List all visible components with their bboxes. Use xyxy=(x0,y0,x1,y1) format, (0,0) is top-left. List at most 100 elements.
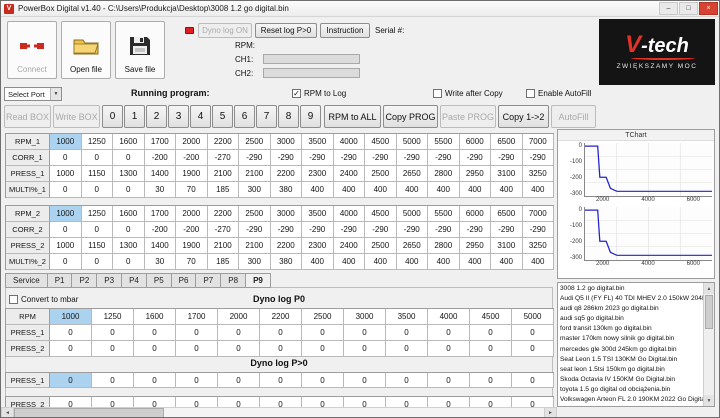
table-cell[interactable]: -270 xyxy=(207,222,239,238)
file-list-item[interactable]: audi q8 286km 2023 go digital.bin xyxy=(560,304,703,314)
table-cell[interactable]: -290 xyxy=(239,222,271,238)
table-cell[interactable]: 2300 xyxy=(302,238,334,254)
tab-p9[interactable]: P9 xyxy=(245,273,271,288)
table-cell[interactable]: 400 xyxy=(302,182,334,198)
table-cell[interactable]: 400 xyxy=(396,254,428,270)
table-cell[interactable]: 0 xyxy=(81,254,113,270)
table-cell[interactable]: 2200 xyxy=(260,309,302,325)
table-cell[interactable]: 3100 xyxy=(491,166,523,182)
tab-p4[interactable]: P4 xyxy=(121,273,146,288)
minimize-button[interactable]: – xyxy=(659,2,678,15)
table-cell[interactable]: 300 xyxy=(239,182,271,198)
table-cell[interactable]: 6500 xyxy=(491,206,523,222)
table-cell[interactable]: 2200 xyxy=(270,166,302,182)
table-cell[interactable]: 0 xyxy=(386,373,428,388)
hscroll-track[interactable] xyxy=(14,408,544,417)
table-cell[interactable]: 2100 xyxy=(207,166,239,182)
table-cell[interactable]: 7000 xyxy=(522,206,554,222)
table-cell[interactable]: 3000 xyxy=(270,206,302,222)
table-cell[interactable]: 5000 xyxy=(396,206,428,222)
table-cell[interactable]: 0 xyxy=(302,373,344,388)
table-cell[interactable]: 400 xyxy=(302,254,334,270)
table-cell[interactable]: 0 xyxy=(260,325,302,341)
write-after-copy-checkbox[interactable]: Write after Copy xyxy=(433,89,503,98)
table-cell[interactable]: 1000 xyxy=(50,166,82,182)
open-file-button[interactable]: Open file xyxy=(61,21,111,79)
table-cell[interactable]: 4500 xyxy=(470,309,512,325)
table-cell[interactable]: 0 xyxy=(113,150,145,166)
table-cell[interactable]: 6500 xyxy=(491,134,523,150)
table-cell[interactable]: 5500 xyxy=(428,134,460,150)
table-cell[interactable]: -290 xyxy=(396,150,428,166)
table-cell[interactable]: 2500 xyxy=(365,238,397,254)
dyno-log-button[interactable]: Dyno log ON xyxy=(198,23,252,38)
prog-button-4[interactable]: 4 xyxy=(190,105,211,128)
table-cell[interactable]: 400 xyxy=(365,182,397,198)
table-cell[interactable]: 380 xyxy=(270,182,302,198)
table-cell[interactable]: 0 xyxy=(50,254,82,270)
paste-prog-button[interactable]: Paste PROG xyxy=(440,105,496,128)
file-list-item[interactable]: toyota 1.5 go digital od obciążenia.bin xyxy=(560,385,703,395)
save-file-button[interactable]: Save file xyxy=(115,21,165,79)
horizontal-scrollbar[interactable]: ◄ ► xyxy=(1,407,557,417)
prog-button-9[interactable]: 9 xyxy=(300,105,321,128)
table-cell[interactable]: 400 xyxy=(459,254,491,270)
table-cell[interactable]: -290 xyxy=(491,150,523,166)
table-cell[interactable]: -290 xyxy=(333,150,365,166)
prog-button-8[interactable]: 8 xyxy=(278,105,299,128)
table-cell[interactable]: 2000 xyxy=(176,206,208,222)
autofill-button[interactable]: AutoFill xyxy=(551,105,596,128)
prog-button-0[interactable]: 0 xyxy=(102,105,123,128)
table-cell[interactable]: 3250 xyxy=(522,238,554,254)
table-cell[interactable]: 0 xyxy=(50,325,92,341)
table-cell[interactable]: 6000 xyxy=(459,134,491,150)
table-cell[interactable]: 2100 xyxy=(207,238,239,254)
table-cell[interactable]: 3250 xyxy=(522,166,554,182)
table-cell[interactable]: 0 xyxy=(113,254,145,270)
table-cell[interactable]: 0 xyxy=(470,341,512,357)
table-cell[interactable]: 0 xyxy=(470,325,512,341)
table-cell[interactable]: 0 xyxy=(50,373,92,388)
table-cell[interactable]: 2400 xyxy=(333,238,365,254)
table-cell[interactable]: 0 xyxy=(176,341,218,357)
table-cell[interactable]: 0 xyxy=(92,373,134,388)
table-cell[interactable]: 3100 xyxy=(491,238,523,254)
tab-p7[interactable]: P7 xyxy=(195,273,221,288)
table-cell[interactable]: 1900 xyxy=(176,238,208,254)
table-cell[interactable]: 400 xyxy=(428,254,460,270)
scroll-right-icon[interactable]: ► xyxy=(544,408,556,417)
write-box-button[interactable]: Write BOX xyxy=(53,105,100,128)
table-cell[interactable]: 0 xyxy=(428,373,470,388)
prog-button-3[interactable]: 3 xyxy=(168,105,189,128)
table-cell[interactable]: 0 xyxy=(50,222,82,238)
table-cell[interactable]: -200 xyxy=(144,222,176,238)
table-cell[interactable]: 0 xyxy=(50,150,82,166)
table-cell[interactable]: -290 xyxy=(270,222,302,238)
prog-button-7[interactable]: 7 xyxy=(256,105,277,128)
table-cell[interactable]: 2000 xyxy=(176,134,208,150)
table-cell[interactable]: 0 xyxy=(512,341,554,357)
table-cell[interactable]: 4000 xyxy=(333,134,365,150)
table-cell[interactable]: 2000 xyxy=(218,309,260,325)
table-cell[interactable]: 380 xyxy=(270,254,302,270)
table-cell[interactable]: 2950 xyxy=(459,166,491,182)
table-cell[interactable]: -200 xyxy=(144,150,176,166)
table-cell[interactable]: 2800 xyxy=(428,166,460,182)
maximize-button[interactable]: □ xyxy=(679,2,698,15)
rpm-to-all-button[interactable]: RPM to ALL xyxy=(324,105,381,128)
file-list-item[interactable]: audi sq5 go digital.bin xyxy=(560,314,703,324)
table-cell[interactable]: 0 xyxy=(344,373,386,388)
table-cell[interactable]: 1600 xyxy=(113,206,145,222)
table-cell[interactable]: 1000 xyxy=(50,134,82,150)
table-cell[interactable]: 0 xyxy=(344,341,386,357)
table-cell[interactable]: 2300 xyxy=(302,166,334,182)
table-cell[interactable]: 5000 xyxy=(512,309,554,325)
table-cell[interactable]: 2500 xyxy=(239,206,271,222)
table-cell[interactable]: 1150 xyxy=(81,166,113,182)
table-cell[interactable]: 0 xyxy=(134,373,176,388)
table-cell[interactable]: -290 xyxy=(302,150,334,166)
table-cell[interactable]: 1150 xyxy=(81,238,113,254)
close-button[interactable]: × xyxy=(699,2,718,15)
tab-p2[interactable]: P2 xyxy=(71,273,97,288)
table-cell[interactable]: -290 xyxy=(239,150,271,166)
